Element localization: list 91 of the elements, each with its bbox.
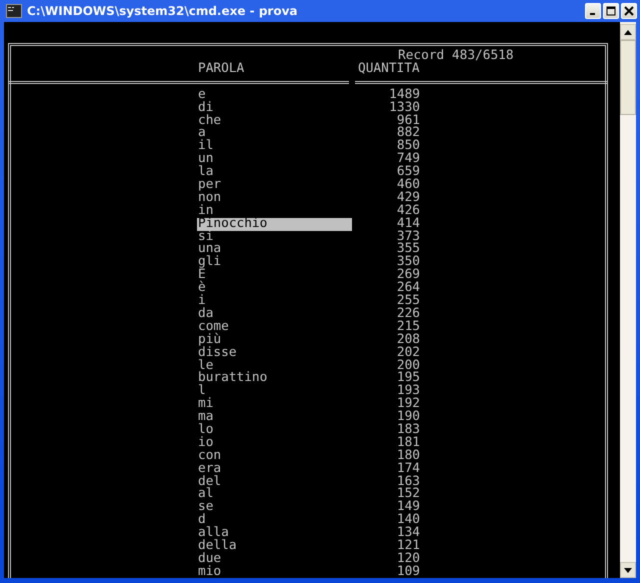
list-item[interactable]: disse [197,346,352,360]
table-cell-text: 429 [396,192,420,205]
table-cell-text: 255 [396,295,420,308]
list-item[interactable]: io [197,436,352,450]
minimize-button[interactable] [585,3,601,19]
list-item[interactable]: d [197,514,352,528]
list-item[interactable]: gli [197,256,352,270]
table-cell-text: 134 [396,527,420,540]
list-item[interactable]: in [197,204,352,218]
list-item[interactable]: mio [197,566,352,578]
table-cell-text: 181 [396,436,420,450]
list-item[interactable]: che [197,114,352,128]
list-item[interactable]: si [197,230,352,244]
up-arrow-icon [624,30,632,34]
list-item[interactable]: come [197,320,352,334]
list-item[interactable]: un [197,153,352,166]
list-item[interactable]: le [197,360,352,372]
list-item[interactable]: se [197,501,352,514]
table-cell-text: 1330 [388,102,420,115]
table-cell-text: 200 [396,360,420,372]
table-cell-text: 193 [396,385,420,398]
table-cell-text: 226 [396,308,420,321]
list-item[interactable]: per [197,179,352,192]
list-item[interactable]: era [197,462,352,476]
table-cell-text: 264 [396,282,420,296]
down-arrow-icon [624,568,632,572]
table-cell-text: 208 [396,334,420,347]
record-counter: Record 483/6518 [398,48,514,63]
list-item[interactable]: e [197,88,352,102]
scroll-thumb[interactable] [620,40,636,115]
list-item[interactable]: burattino [197,372,352,386]
table-cell-text: 121 [396,540,420,553]
table-cell-text: 460 [396,179,420,192]
list-item[interactable]: alla [197,527,352,540]
table-cell-text: 120 [396,552,420,566]
table-cell-text: 192 [396,398,420,412]
table-cell-text: 350 [396,256,420,270]
list-item[interactable]: è [197,282,352,296]
column-header: QUANTITA [358,62,420,76]
table-cell-text: 961 [396,114,420,128]
scroll-up-button[interactable] [620,24,636,40]
table-cell-text: 174 [396,462,420,476]
table-cell-text: 659 [396,166,420,180]
table-cell-text: 202 [396,346,420,360]
list-item[interactable]: con [197,450,352,463]
terminal-icon [6,4,22,18]
close-button[interactable] [621,3,637,19]
list-item[interactable]: l [197,385,352,398]
close-icon [624,6,634,16]
table-cell-text: 149 [396,501,420,514]
list-item[interactable]: mi [197,398,352,412]
list-item[interactable]: più [197,334,352,347]
maximize-button[interactable] [603,3,619,19]
list-item[interactable]: non [197,192,352,205]
table-cell-text: 190 [396,411,420,424]
list-item[interactable]: a [197,127,352,140]
list-item[interactable]: del [197,476,352,488]
table-cell-text: 414 [396,218,420,231]
list-item[interactable]: al [197,488,352,502]
list-item[interactable]: di [197,102,352,115]
selected-list-item[interactable]: Pinocchio [197,218,352,231]
list-item[interactable]: E [197,269,352,282]
list-item[interactable]: ma [197,411,352,424]
list-item[interactable]: la [197,166,352,180]
table-cell-text: 882 [396,127,420,140]
table-cell-text: 373 [396,230,420,244]
table-cell-text: 163 [396,476,420,488]
list-item[interactable]: della [197,540,352,553]
table-cell-text: 1489 [388,88,420,102]
list-item[interactable]: una [197,243,352,256]
table-cell-text: 269 [396,269,420,282]
table-cell-text: 152 [396,488,420,502]
list-item[interactable]: il [197,140,352,154]
table-cell-text: 426 [396,204,420,218]
list-item[interactable]: i [197,295,352,308]
table-cell-text: 183 [396,424,420,437]
table-cell-text: 140 [396,514,420,528]
list-item[interactable]: lo [197,424,352,437]
table-cell-text: 749 [396,153,420,166]
table-cell-text: 215 [396,320,420,334]
column-header: PAROLA [197,62,246,76]
table-cell-text: 109 [396,566,420,578]
list-item[interactable]: due [197,552,352,566]
table-cell-text: 180 [396,450,420,463]
table-cell-text: 195 [396,372,420,386]
table-cell-text: 850 [396,140,420,154]
list-item[interactable]: da [197,308,352,321]
maximize-icon [606,6,616,16]
table-cell-text: 355 [396,243,420,256]
window-title: C:\WINDOWS\system32\cmd.exe - prova [27,4,299,18]
scroll-down-button[interactable] [620,562,636,578]
